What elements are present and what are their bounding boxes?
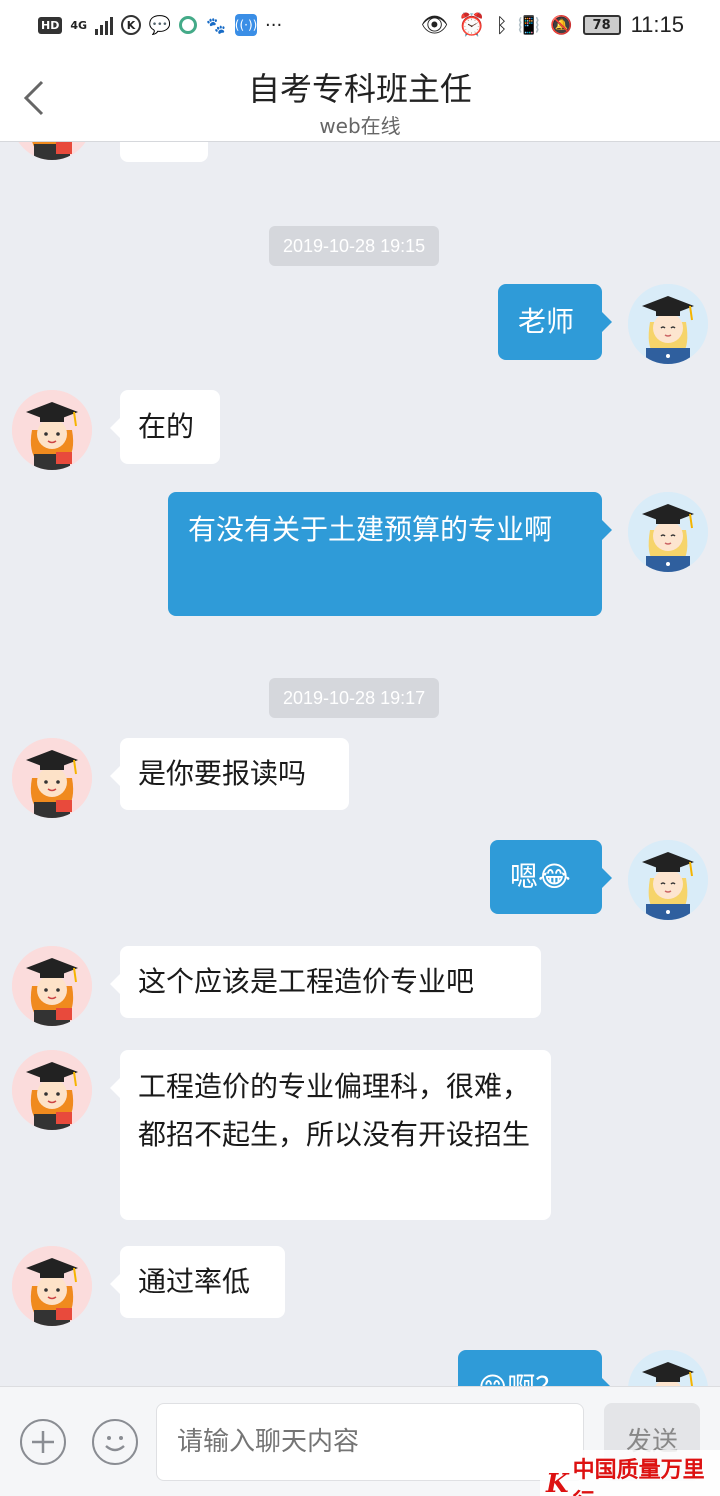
battery-icon: 78 — [582, 15, 621, 35]
baidu-icon: 🐾 — [206, 15, 226, 35]
vibrate-icon: 📳 — [517, 14, 541, 36]
message-bubble[interactable] — [120, 142, 208, 162]
teacher-avatar[interactable] — [12, 1050, 92, 1130]
teacher-avatar[interactable] — [12, 142, 92, 160]
app-circle-icon — [179, 16, 198, 34]
alarm-icon: ⏰ — [458, 12, 486, 38]
message-bubble[interactable]: 通过率低 — [110, 1246, 285, 1318]
hd-icon: HD — [38, 16, 63, 34]
teacher-avatar[interactable] — [12, 1246, 92, 1326]
bluetooth-icon: ᛒ — [495, 13, 508, 37]
smiley-icon — [105, 1436, 125, 1452]
eye-icon: 👁 — [420, 12, 449, 38]
teacher-avatar[interactable] — [12, 738, 92, 818]
mute-icon: 🔕 — [550, 14, 573, 36]
message-bubble[interactable]: 老师 — [498, 284, 612, 360]
message-input[interactable] — [156, 1403, 584, 1481]
clock: 11:15 — [630, 12, 684, 37]
message-bubble[interactable]: 在的 — [110, 390, 220, 464]
user-avatar[interactable] — [628, 492, 708, 572]
more-icon: ··· — [265, 14, 283, 36]
online-status: web在线 — [319, 114, 401, 138]
timestamp: 2019-10-28 19:17 — [269, 678, 440, 718]
wechat-icon: 💬 — [148, 14, 172, 36]
message-bubble[interactable]: 有没有关于土建预算的专业啊 — [168, 492, 612, 616]
message-bubble[interactable]: 😊啊？ — [458, 1350, 612, 1386]
teacher-avatar[interactable] — [12, 946, 92, 1026]
status-left: HD 4G K 💬 🐾 ((·)) ··· — [38, 14, 282, 36]
message-bubble[interactable]: 是你要报读吗 — [110, 738, 349, 810]
chat-area[interactable]: 2019-10-28 19:15 老师 在的 有没有关于土建预算的专业啊 201… — [0, 142, 720, 1386]
page-title: 自考专科班主任 — [247, 70, 472, 108]
status-right: 👁 ⏰ ᛒ 📳 🔕 78 11:15 — [420, 12, 684, 38]
emoji-button[interactable] — [92, 1419, 138, 1465]
chat-header: 自考专科班主任 web在线 — [0, 56, 720, 142]
hotspot-icon: ((·)) — [235, 14, 257, 36]
user-avatar[interactable] — [628, 284, 708, 364]
timestamp: 2019-10-28 19:15 — [269, 226, 440, 266]
watermark-text: 中国质量万里行 — [572, 1457, 705, 1496]
watermark-logo: K 中国质量万里行 — [540, 1450, 720, 1496]
status-bar: HD 4G K 💬 🐾 ((·)) ··· 👁 ⏰ ᛒ 📳 🔕 78 11:15 — [0, 0, 720, 56]
message-bubble[interactable]: 这个应该是工程造价专业吧 — [110, 946, 541, 1018]
teacher-avatar[interactable] — [12, 390, 92, 470]
logo-mark-icon: K — [546, 1469, 569, 1496]
user-avatar[interactable] — [628, 840, 708, 920]
message-bubble[interactable]: 嗯😂 — [490, 840, 612, 914]
signal-icon — [95, 15, 114, 35]
plus-icon — [32, 1431, 54, 1453]
network-type: 4G — [70, 18, 88, 32]
app-k-icon: K — [121, 15, 142, 35]
add-button[interactable] — [20, 1419, 66, 1465]
message-bubble[interactable]: 工程造价的专业偏理科，很难，都招不起生，所以没有开设招生 — [110, 1050, 551, 1220]
user-avatar[interactable] — [628, 1350, 708, 1386]
